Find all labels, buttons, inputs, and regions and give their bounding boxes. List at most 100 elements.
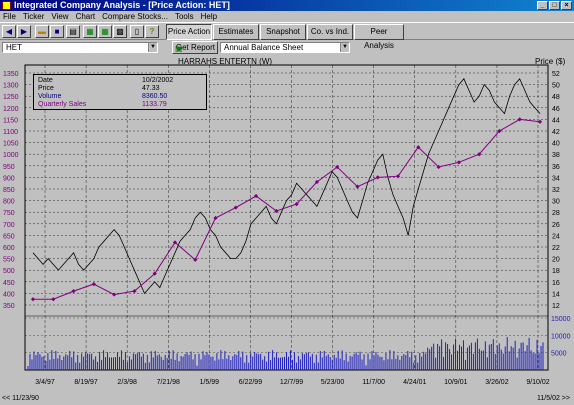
x-tick-label: 2/3/98 (117, 379, 137, 386)
info-volume-value: 8360.50 (142, 93, 168, 100)
right-tick-label: 34 (552, 175, 560, 182)
x-tick-label: 3/4/97 (35, 379, 55, 386)
info-sales-value: 1133.79 (142, 101, 167, 108)
left-tick-label: 850 (3, 187, 15, 194)
report-icon: ▣ (175, 44, 183, 53)
info-sales-label: Quarterly Sales (38, 101, 87, 108)
x-tick-label: 6/22/99 (239, 379, 262, 386)
menu-compare-stocks[interactable]: Compare Stocks... (102, 11, 168, 22)
right-tick-label: 24 (552, 233, 560, 240)
x-tick-label: 9/10/02 (526, 379, 549, 386)
menu-tools[interactable]: Tools (175, 11, 194, 22)
menu-chart[interactable]: Chart (76, 11, 96, 22)
info-date-row: Date 10/2/2002 (38, 77, 204, 85)
menu-view[interactable]: View (51, 11, 68, 22)
right-tick-label: 30 (552, 199, 560, 206)
range-end-link[interactable]: 11/5/02 >> (537, 395, 570, 402)
right-tick-label: 50 (552, 83, 560, 90)
info-date-label: Date (38, 77, 53, 84)
window-controls: _ □ × (537, 1, 572, 10)
chevron-down-icon[interactable]: ▼ (148, 43, 157, 52)
left-tick-label: 900 (3, 175, 15, 182)
report-type-combo[interactable]: Annual Balance Sheet ▼ (220, 42, 350, 53)
x-tick-label: 7/21/98 (157, 379, 180, 386)
right-tick-label: 14 (552, 291, 560, 298)
info-volume-label: Volume (38, 93, 62, 100)
save-icon[interactable]: ■ (50, 25, 64, 38)
right-tick-label: 26 (552, 222, 560, 229)
ticker-value: HET (6, 43, 22, 52)
menu-help[interactable]: Help (201, 11, 217, 22)
menu-file[interactable]: File (3, 11, 16, 22)
left-tick-label: 550 (3, 257, 15, 264)
right-tick-label: 16 (552, 280, 560, 287)
right-tick-label: 36 (552, 164, 560, 171)
range-start-link[interactable]: << 11/23/90 (2, 395, 39, 402)
data-info-box: Date 10/2/2002 Price 47.33 Volume 8360.5… (33, 74, 207, 110)
info-price-row: Price 47.33 (38, 85, 204, 93)
back-arrow-icon[interactable]: ◀ (2, 25, 16, 38)
help-icon[interactable]: ? (145, 25, 159, 38)
menu-bar: File Ticker View Chart Compare Stocks...… (0, 11, 574, 22)
ticker-combo[interactable]: HET ▼ (2, 42, 158, 53)
printer-icon[interactable]: ▤ (66, 25, 80, 38)
right-tick-label: 42 (552, 129, 560, 136)
left-tick-label: 400 (3, 291, 15, 298)
open-folder-icon[interactable]: ▬ (35, 25, 49, 38)
right-tick-label: 22 (552, 245, 560, 252)
tab-price-action[interactable]: Price Action (166, 24, 212, 40)
left-tick-label: 500 (3, 268, 15, 275)
right-tick-label: 38 (552, 152, 560, 159)
left-tick-label: 700 (3, 222, 15, 229)
right-tick-label: 18 (552, 268, 560, 275)
chevron-down-icon[interactable]: ▼ (340, 43, 349, 52)
tab-snapshot[interactable]: Snapshot (260, 24, 306, 40)
x-tick-label: 10/9/01 (444, 379, 467, 386)
left-tick-label: 1200 (3, 106, 19, 113)
left-tick-label: 650 (3, 233, 15, 240)
table-icon-2[interactable]: ▦ (98, 25, 112, 38)
x-tick-label: 5/23/00 (321, 379, 344, 386)
maximize-button[interactable]: □ (549, 1, 560, 10)
app-icon (2, 1, 11, 10)
left-tick-label: 1050 (3, 141, 19, 148)
left-tick-label: 600 (3, 245, 15, 252)
left-tick-label: 1150 (3, 117, 18, 124)
get-report-button[interactable]: ▣ Get Report (172, 41, 218, 54)
report-type-value: Annual Balance Sheet (224, 43, 304, 52)
volume-tick-label: 15000 (551, 316, 571, 323)
menu-ticker[interactable]: Ticker (23, 11, 44, 22)
left-tick-label: 350 (3, 303, 15, 310)
info-sales-row: Quarterly Sales 1133.79 (38, 101, 204, 109)
left-tick-label: 1300 (3, 83, 19, 90)
minimize-button[interactable]: _ (537, 1, 548, 10)
document-icon[interactable]: ▯ (130, 25, 144, 38)
left-tick-label: 750 (3, 210, 15, 217)
info-date-value: 10/2/2002 (142, 77, 174, 84)
right-tick-label: 28 (552, 210, 560, 217)
right-tick-label: 44 (552, 117, 560, 124)
left-tick-label: 1250 (3, 94, 19, 101)
volume-tick-label: 5000 (551, 351, 567, 358)
x-tick-label: 3/26/02 (485, 379, 508, 386)
left-tick-label: 1000 (3, 152, 19, 159)
table-icon[interactable]: ▦ (83, 25, 97, 38)
right-axis-title: Price ($) (535, 57, 566, 66)
x-tick-label: 12/7/99 (280, 379, 303, 386)
right-tick-label: 52 (552, 71, 560, 78)
right-tick-label: 20 (552, 257, 560, 264)
x-tick-label: 4/24/01 (403, 379, 426, 386)
volume-tick-label: 10000 (551, 333, 571, 340)
right-tick-label: 40 (552, 141, 560, 148)
right-tick-label: 48 (552, 94, 560, 101)
tab-estimates[interactable]: Estimates (213, 24, 259, 40)
chart-grid-icon[interactable]: ▩ (113, 25, 127, 38)
right-tick-label: 32 (552, 187, 560, 194)
left-tick-label: 800 (3, 199, 15, 206)
info-price-value: 47.33 (142, 85, 160, 92)
close-button[interactable]: × (561, 1, 572, 10)
tab-peer-analysis[interactable]: Peer Analysis (354, 24, 404, 50)
toolbar: ◀ ▶ ▬ ■ ▤ ▦ ▦ ▩ ▯ ? Price Action Estimat… (0, 22, 574, 50)
tab-co-vs-ind[interactable]: Co. vs Ind. (307, 24, 353, 40)
forward-arrow-icon[interactable]: ▶ (17, 25, 31, 38)
